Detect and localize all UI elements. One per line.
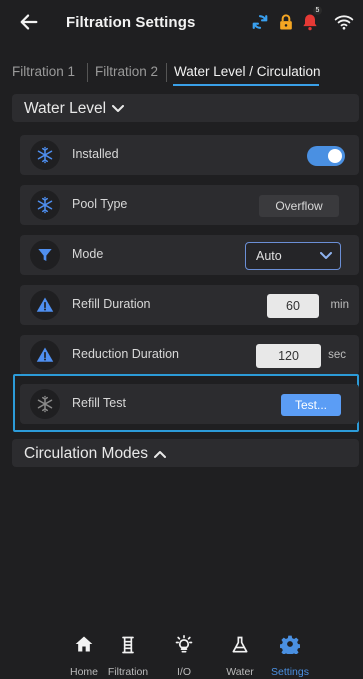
tab-filtration-1[interactable]: Filtration 1	[12, 64, 75, 79]
refill-test-button[interactable]: Test...	[281, 394, 341, 416]
pool-type-label: Pool Type	[72, 197, 128, 211]
back-arrow-icon[interactable]	[18, 11, 40, 33]
gear-icon	[280, 635, 300, 654]
refill-duration-row: Refill Duration 60 min	[20, 285, 359, 325]
pool-type-row: Pool Type Overflow	[20, 185, 359, 225]
installed-toggle[interactable]	[307, 146, 345, 166]
tab-filtration-2[interactable]: Filtration 2	[95, 64, 158, 79]
nav-label: Filtration	[107, 666, 149, 678]
tab-water-level-circulation[interactable]: Water Level / Circulation	[174, 64, 321, 79]
reduction-duration-unit: sec	[328, 349, 346, 361]
app: Filtration Settings 5 Filtration 1 Filtr…	[0, 0, 363, 679]
flask-icon	[232, 636, 248, 653]
page-title: Filtration Settings	[66, 14, 196, 31]
mode-row: Mode Auto	[20, 235, 359, 275]
snowflake-icon	[30, 140, 60, 170]
tab-divider	[166, 63, 167, 82]
refill-test-label: Refill Test	[72, 396, 126, 410]
home-icon	[75, 636, 93, 652]
circulation-modes-section-title: Circulation Modes	[24, 445, 167, 463]
chevron-down-icon	[320, 252, 332, 259]
mode-label: Mode	[72, 247, 104, 261]
mode-select[interactable]: Auto	[245, 242, 341, 270]
tab-divider	[87, 63, 88, 82]
bottom-nav: Home Filtration I/O Water Settings	[0, 630, 363, 679]
lock-icon[interactable]	[276, 12, 296, 32]
installed-label: Installed	[72, 147, 119, 161]
chevron-down-icon	[112, 104, 125, 112]
reduction-duration-label: Reduction Duration	[72, 347, 180, 361]
refill-duration-input[interactable]: 60	[267, 294, 319, 318]
water-level-section-header[interactable]: Water Level	[12, 94, 359, 122]
wifi-icon	[334, 15, 354, 30]
bell-icon[interactable]	[300, 12, 320, 32]
circulation-modes-section-header[interactable]: Circulation Modes	[12, 439, 359, 467]
notification-badge: 5	[313, 6, 322, 15]
toggle-knob	[328, 149, 342, 163]
filtration-icon	[122, 636, 134, 654]
top-bar: Filtration Settings 5	[0, 0, 363, 46]
warning-icon	[30, 340, 60, 370]
nav-settings[interactable]: Settings	[260, 630, 320, 679]
sync-icon[interactable]	[250, 12, 270, 32]
chevron-up-icon	[154, 450, 167, 458]
refill-duration-label: Refill Duration	[72, 297, 151, 311]
reduction-duration-row: Reduction Duration 120 sec	[20, 335, 359, 375]
warning-icon	[30, 290, 60, 320]
active-tab-indicator	[173, 84, 319, 86]
nav-label: Settings	[271, 666, 309, 678]
pool-type-value[interactable]: Overflow	[259, 195, 339, 217]
nav-io[interactable]: I/O	[154, 630, 214, 679]
lightbulb-icon	[175, 635, 193, 653]
water-level-section-title: Water Level	[24, 100, 125, 118]
refill-duration-unit: min	[330, 299, 349, 311]
snowflake-icon	[30, 389, 60, 419]
nav-filtration[interactable]: Filtration	[98, 630, 158, 679]
reduction-duration-input[interactable]: 120	[256, 344, 321, 368]
filter-funnel-icon	[30, 240, 60, 270]
nav-label: I/O	[176, 666, 191, 678]
installed-row: Installed	[20, 135, 359, 175]
refill-test-row: Refill Test Test...	[20, 384, 359, 424]
tab-bar: Filtration 1 Filtration 2 Water Level / …	[0, 58, 363, 86]
mode-select-value: Auto	[256, 249, 282, 263]
snowflake-icon	[30, 190, 60, 220]
